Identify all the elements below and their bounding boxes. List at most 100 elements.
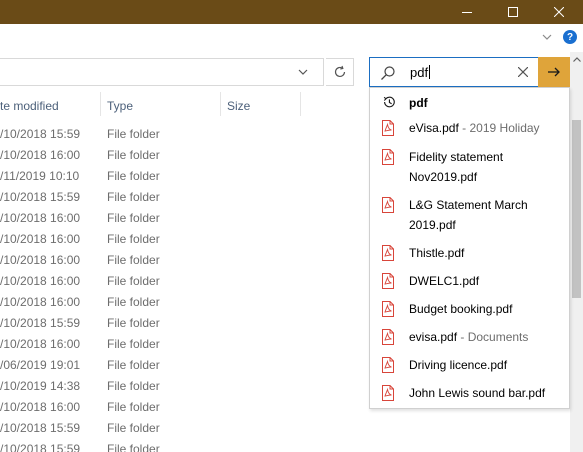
suggestion-name: John Lewis sound bar.pdf (409, 386, 546, 400)
minimize-icon (462, 12, 472, 13)
table-row[interactable]: /10/2018 16:00 File folder (0, 292, 370, 313)
table-row[interactable]: /10/2018 16:00 File folder (0, 334, 370, 355)
search-suggestions: pdf eVisa.pdf - 2019 Holiday Fidelity sta… (369, 87, 570, 409)
date-modified-cell: /10/2018 16:00 (0, 295, 81, 309)
date-modified-cell: /06/2019 19:01 (0, 358, 81, 372)
type-cell: File folder (107, 253, 160, 267)
table-row[interactable]: /10/2018 16:00 File folder (0, 208, 370, 229)
suggestion-item[interactable]: Thistle.pdf (370, 240, 569, 264)
pdf-file-icon (382, 385, 394, 401)
expand-ribbon-button[interactable] (540, 30, 554, 44)
suggestion-name-continued: 2019.pdf (409, 218, 456, 232)
table-row[interactable]: /06/2019 19:01 File folder (0, 355, 370, 376)
column-divider[interactable] (300, 92, 301, 116)
help-button[interactable]: ? (563, 30, 577, 44)
date-modified-cell: /10/2018 16:00 (0, 274, 81, 288)
title-bar (0, 0, 583, 24)
close-icon (518, 67, 528, 77)
table-row[interactable]: /10/2018 15:59 File folder (0, 439, 370, 452)
suggestion-location: - Documents (457, 330, 529, 344)
scroll-thumb[interactable] (572, 120, 581, 298)
table-row[interactable]: /10/2018 15:59 File folder (0, 418, 370, 439)
table-row[interactable]: /10/2019 14:38 File folder (0, 376, 370, 397)
column-size[interactable]: Size (227, 92, 250, 120)
suggestion-name: DWELC1.pdf (409, 274, 480, 288)
minimize-button[interactable] (444, 0, 490, 24)
pdf-file-icon (382, 245, 394, 261)
address-history-button[interactable] (295, 64, 311, 80)
history-icon (383, 96, 395, 108)
type-cell: File folder (107, 337, 160, 351)
date-modified-cell: /10/2018 15:59 (0, 127, 81, 141)
type-cell: File folder (107, 358, 160, 372)
suggestion-item[interactable]: Fidelity statement Nov2019.pdf (370, 144, 569, 188)
pdf-file-icon (382, 197, 394, 213)
type-cell: File folder (107, 442, 160, 452)
suggestion-item[interactable]: L&G Statement March 2019.pdf (370, 192, 569, 236)
suggestion-name: eVisa.pdf (409, 121, 459, 135)
clear-search-button[interactable] (514, 63, 532, 81)
suggestion-item[interactable]: John Lewis sound bar.pdf (370, 380, 569, 404)
address-bar[interactable] (0, 58, 324, 86)
suggestion-name-continued: Nov2019.pdf (409, 170, 478, 184)
history-label: pdf (409, 96, 428, 110)
suggestion-name: L&G Statement March (409, 198, 528, 212)
type-cell: File folder (107, 211, 160, 225)
search-input[interactable]: pdf (410, 65, 431, 80)
close-icon (554, 7, 564, 17)
suggestion-text: eVisa.pdf - 2019 Holiday (409, 118, 564, 138)
pdf-file-icon (382, 149, 394, 165)
suggestion-name: Budget booking.pdf (409, 302, 513, 316)
suggestion-item[interactable]: evisa.pdf - Documents (370, 324, 569, 348)
table-row[interactable]: /10/2018 16:00 File folder (0, 271, 370, 292)
search-box[interactable]: pdf (369, 57, 570, 87)
date-modified-cell: /10/2018 16:00 (0, 148, 81, 162)
column-divider[interactable] (220, 92, 221, 116)
type-cell: File folder (107, 421, 160, 435)
date-modified-cell: /10/2019 14:38 (0, 379, 81, 393)
suggestion-text: evisa.pdf - Documents (409, 327, 564, 347)
history-suggestion[interactable]: pdf (370, 91, 569, 113)
table-row[interactable]: /10/2018 15:59 File folder (0, 313, 370, 334)
suggestion-item[interactable]: Budget booking.pdf (370, 296, 569, 320)
date-modified-cell: /10/2018 16:00 (0, 211, 81, 225)
suggestion-item[interactable]: eVisa.pdf - 2019 Holiday (370, 115, 569, 139)
type-cell: File folder (107, 316, 160, 330)
maximize-icon (508, 7, 518, 17)
table-row[interactable]: /10/2018 16:00 File folder (0, 397, 370, 418)
refresh-icon (334, 65, 345, 78)
refresh-button[interactable] (326, 58, 354, 86)
search-go-button[interactable] (538, 57, 570, 87)
help-label: ? (566, 31, 574, 43)
suggestion-item[interactable]: DWELC1.pdf (370, 268, 569, 292)
date-modified-cell: /10/2018 16:00 (0, 400, 81, 414)
type-cell: File folder (107, 379, 160, 393)
table-row[interactable]: /10/2018 15:59 File folder (0, 187, 370, 208)
table-row[interactable]: /10/2018 16:00 File folder (0, 229, 370, 250)
pdf-file-icon (382, 273, 394, 289)
chevron-down-icon (542, 34, 552, 40)
maximize-button[interactable] (490, 0, 536, 24)
scroll-up-button[interactable] (570, 52, 583, 66)
suggestion-location: - 2019 Holiday (458, 121, 540, 135)
suggestion-item[interactable]: Driving licence.pdf (370, 352, 569, 376)
table-row[interactable]: /10/2018 16:00 File folder (0, 250, 370, 271)
table-row[interactable]: /10/2018 15:59 File folder (0, 124, 370, 145)
date-modified-cell: /11/2019 10:10 (0, 169, 80, 183)
column-date-modified[interactable]: te modified (0, 92, 59, 120)
chevron-up-icon (572, 56, 581, 62)
close-button[interactable] (536, 0, 582, 24)
column-divider[interactable] (100, 92, 101, 116)
table-row[interactable]: /11/2019 10:10 File folder (0, 166, 370, 187)
date-modified-cell: /10/2018 16:00 (0, 232, 81, 246)
suggestion-name: evisa.pdf (409, 330, 458, 344)
search-icon (381, 66, 395, 80)
pdf-file-icon (382, 329, 394, 345)
column-type[interactable]: Type (107, 92, 133, 120)
date-modified-cell: /10/2018 16:00 (0, 253, 81, 267)
type-cell: File folder (107, 148, 160, 162)
date-modified-cell: /10/2018 15:59 (0, 190, 81, 204)
table-row[interactable]: /10/2018 16:00 File folder (0, 145, 370, 166)
vertical-scrollbar[interactable] (570, 52, 583, 452)
type-cell: File folder (107, 295, 160, 309)
